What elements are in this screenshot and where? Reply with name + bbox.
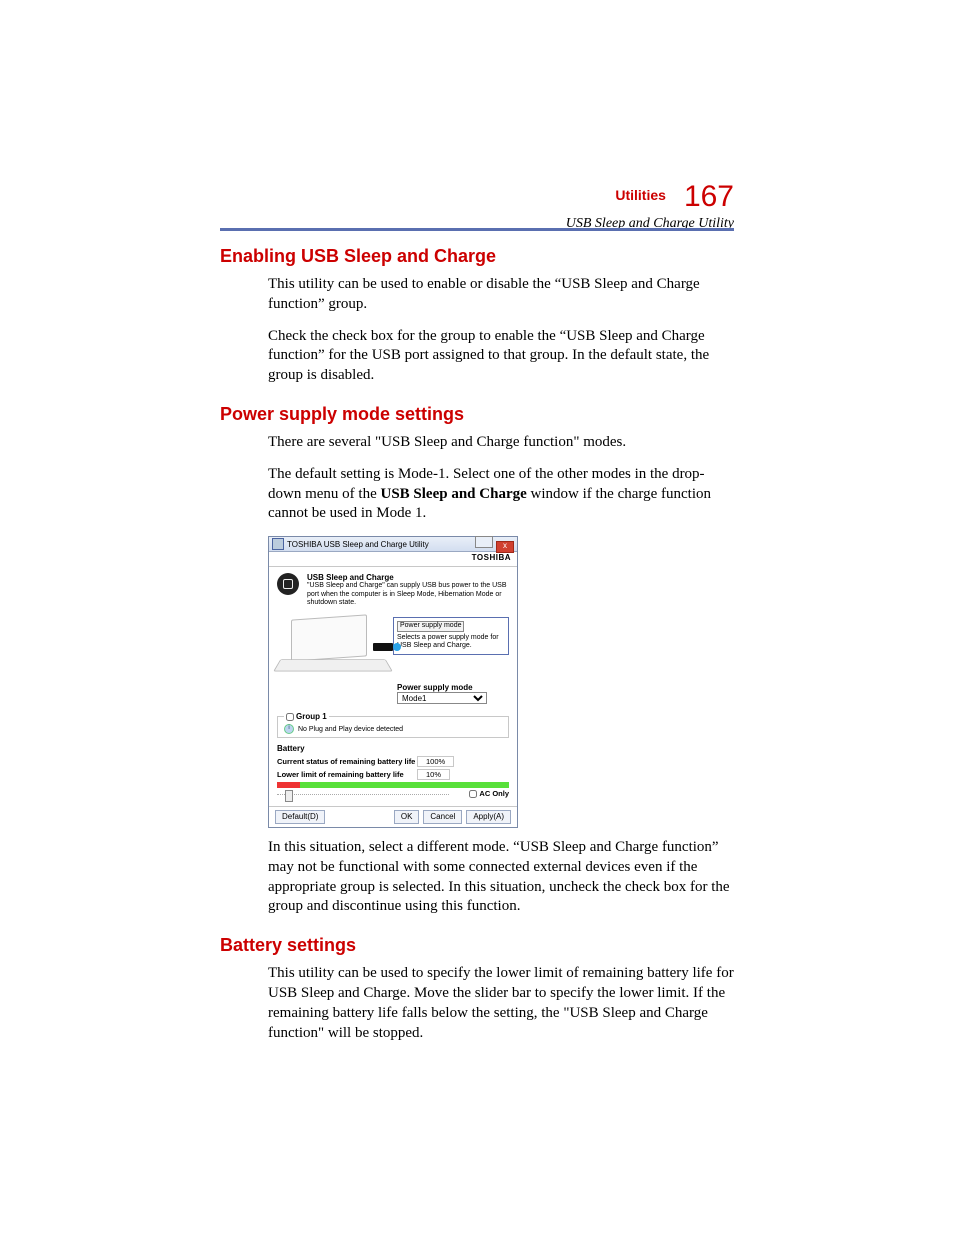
heading-battery: Battery settings (220, 935, 734, 956)
text-bold: USB Sleep and Charge (380, 486, 526, 502)
paragraph: There are several "USB Sleep and Charge … (268, 433, 734, 453)
battery-heading: Battery (277, 744, 509, 753)
default-button[interactable]: Default(D) (275, 810, 325, 824)
dialog-title: TOSHIBA USB Sleep and Charge Utility (287, 540, 474, 549)
dialog-description: "USB Sleep and Charge" can supply USB bu… (307, 582, 509, 607)
brand-bar: TOSHIBA (269, 552, 517, 567)
app-icon (272, 538, 284, 550)
current-battery-value: 100% (417, 756, 454, 767)
dialog-usb-sleep-charge: TOSHIBA USB Sleep and Charge Utility x T… (268, 536, 518, 828)
window-controls: x (474, 536, 514, 553)
paragraph: This utility can be used to enable or di… (268, 275, 734, 315)
header-rule (220, 228, 734, 231)
ac-only-label: AC Only (479, 789, 509, 798)
close-button[interactable]: x (496, 541, 514, 553)
info-icon: i (284, 724, 294, 734)
info-box-desc: Selects a power supply mode for USB Slee… (397, 634, 499, 649)
dialog-subtitle: USB Sleep and Charge (307, 573, 509, 582)
group1-legend: Group 1 (296, 712, 327, 721)
chapter-title: Utilities (615, 187, 666, 203)
mode-label: Power supply mode (397, 683, 509, 692)
lower-limit-label: Lower limit of remaining battery life (277, 770, 417, 779)
laptop-illustration (277, 617, 387, 675)
group1-status: No Plug and Play device detected (298, 726, 403, 733)
paragraph: Check the check box for the group to ena… (268, 327, 734, 386)
lower-limit-value: 10% (417, 769, 450, 780)
paragraph: This utility can be used to specify the … (268, 964, 734, 1043)
dialog-header: USB Sleep and Charge "USB Sleep and Char… (269, 567, 517, 613)
info-box-title: Power supply mode (397, 621, 464, 631)
slider-thumb[interactable] (285, 790, 293, 802)
heading-power: Power supply mode settings (220, 404, 734, 425)
group1-fieldset: Group 1 i No Plug and Play device detect… (277, 712, 509, 738)
apply-button[interactable]: Apply(A) (466, 810, 511, 824)
heading-enable: Enabling USB Sleep and Charge (220, 246, 734, 267)
usb-icon (277, 573, 299, 595)
battery-bar (277, 782, 509, 788)
ok-button[interactable]: OK (394, 810, 420, 824)
cancel-button[interactable]: Cancel (423, 810, 462, 824)
mode-select[interactable]: Mode1 (397, 692, 487, 704)
running-header: Utilities 167 USB Sleep and Charge Utili… (566, 180, 734, 232)
ac-only-checkbox[interactable] (469, 790, 477, 798)
group1-checkbox[interactable] (286, 713, 294, 721)
dialog-titlebar: TOSHIBA USB Sleep and Charge Utility x (269, 537, 517, 552)
paragraph: The default setting is Mode-1. Select on… (268, 465, 734, 524)
minimize-button[interactable] (475, 536, 493, 548)
current-battery-label: Current status of remaining battery life (277, 757, 417, 766)
paragraph: In this situation, select a different mo… (268, 838, 734, 917)
page-number: 167 (684, 180, 734, 214)
lower-limit-slider[interactable]: AC Only (277, 790, 509, 800)
info-box: Power supply mode Selects a power supply… (393, 617, 509, 654)
